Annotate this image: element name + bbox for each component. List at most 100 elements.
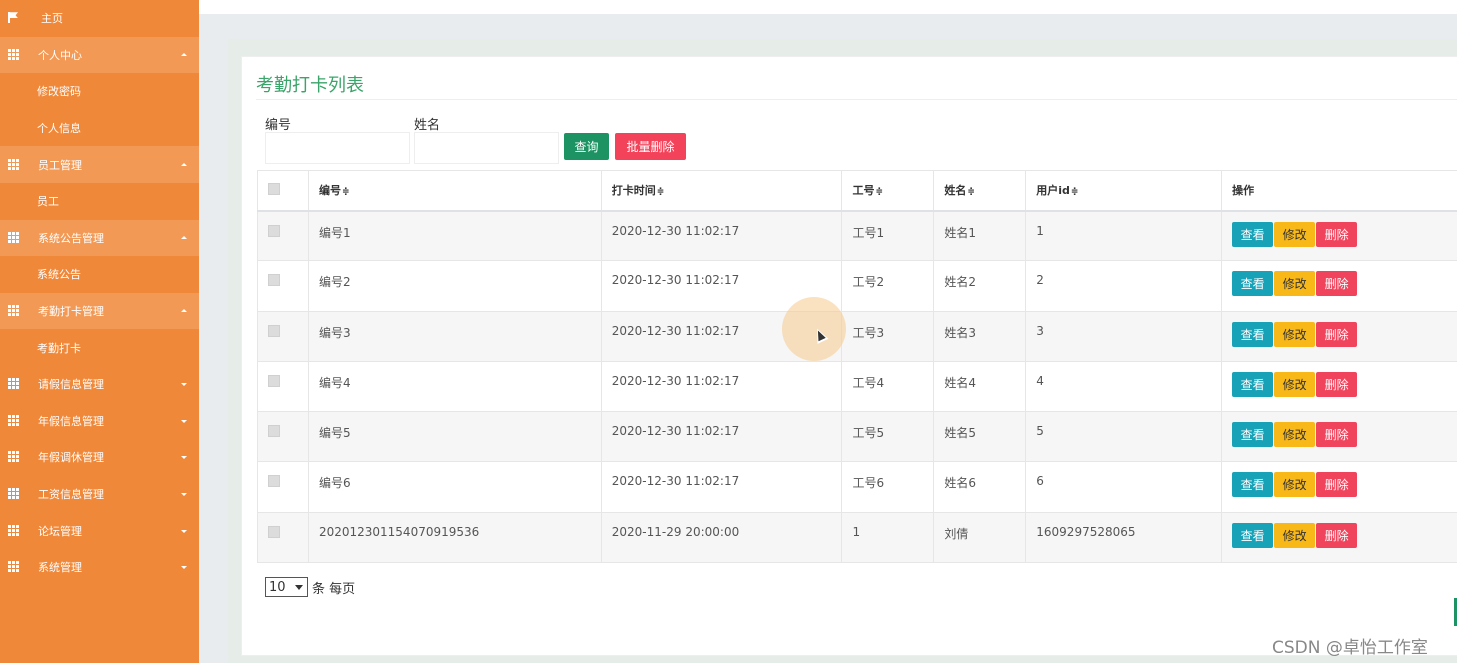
delete-button[interactable]: 删除 <box>1316 321 1358 347</box>
pager: 10 条 每页 <box>265 577 355 597</box>
edit-button[interactable]: 修改 <box>1274 472 1316 498</box>
sidebar-item-label: 修改密码 <box>37 85 81 99</box>
view-button[interactable]: 查看 <box>1232 522 1274 548</box>
sort-icon[interactable]: ≑ <box>1071 187 1079 197</box>
edit-button[interactable]: 修改 <box>1274 321 1316 347</box>
sidebar-item-7[interactable]: 系统公告 <box>0 256 199 293</box>
select-all-cell[interactable] <box>257 170 309 212</box>
sidebar-item-label: 个人信息 <box>37 122 81 136</box>
header-user-id[interactable]: 用户id≑ <box>1025 170 1223 212</box>
row-actions: 查看 修改 删除 <box>1221 360 1457 413</box>
delete-button[interactable]: 删除 <box>1316 221 1358 247</box>
grid-icon <box>8 451 22 463</box>
delete-button[interactable]: 删除 <box>1316 271 1358 297</box>
sidebar-item-1[interactable]: 个人中心 <box>0 36 199 74</box>
sidebar-item-5[interactable]: 员工 <box>0 182 199 220</box>
sidebar-item-6[interactable]: 系统公告管理 <box>0 219 199 257</box>
header-employee-id[interactable]: 工号≑ <box>841 170 935 212</box>
edit-button[interactable]: 修改 <box>1274 221 1316 247</box>
row-checkbox[interactable] <box>268 525 280 538</box>
edit-button[interactable]: 修改 <box>1274 522 1316 548</box>
view-button[interactable]: 查看 <box>1232 472 1274 498</box>
header-number[interactable]: 编号≑ <box>307 170 602 212</box>
sidebar-item-8[interactable]: 考勤打卡管理 <box>0 292 199 330</box>
delete-button[interactable]: 删除 <box>1316 522 1358 548</box>
table-cell: 2020-11-29 20:00:00 <box>600 511 843 564</box>
name-input[interactable] <box>414 132 559 164</box>
table-cell: 编号2 <box>307 260 602 312</box>
chevron-down-icon <box>181 456 187 460</box>
table-cell: 编号3 <box>307 310 602 362</box>
field-label-name: 姓名 <box>414 118 441 133</box>
view-button[interactable]: 查看 <box>1232 271 1274 297</box>
row-checkbox[interactable] <box>268 224 280 237</box>
sidebar-item-0[interactable]: 主页 <box>0 0 199 37</box>
sidebar-item-11[interactable]: 年假信息管理 <box>0 402 199 440</box>
sidebar-item-4[interactable]: 员工管理 <box>0 146 199 183</box>
table-cell: 1 <box>1025 209 1223 262</box>
sort-icon[interactable]: ≑ <box>342 187 350 197</box>
edit-button[interactable]: 修改 <box>1274 371 1316 397</box>
chevron-down-icon <box>181 529 187 533</box>
table-row: 编号4 2020-12-30 11:02:17 工号4 姓名4 4 查看 修改 删除 <box>257 360 1457 413</box>
sidebar-item-10[interactable]: 请假信息管理 <box>0 365 199 403</box>
chevron-down-icon <box>295 585 303 590</box>
delete-button[interactable]: 删除 <box>1316 422 1358 448</box>
table-cell: 2020-12-30 11:02:17 <box>600 411 843 463</box>
table-cell: 姓名4 <box>933 360 1027 413</box>
table-header-row: 编号≑ 打卡时间≑ 工号≑ 姓名≑ 用户id≑ 操作 <box>257 170 1457 212</box>
page-size-select[interactable]: 10 <box>265 577 308 597</box>
row-checkbox[interactable] <box>268 274 280 287</box>
sidebar-item-3[interactable]: 个人信息 <box>0 109 199 147</box>
sidebar-item-12[interactable]: 年假调休管理 <box>0 439 199 476</box>
sidebar: 主页 个人中心修改密码个人信息员工管理 员工系统公告管理 系统公告考勤打卡管理 考勤打卡… <box>0 0 199 663</box>
select-all-checkbox[interactable] <box>268 183 280 196</box>
grid-icon <box>8 48 22 61</box>
edit-button[interactable]: 修改 <box>1274 422 1316 448</box>
table-cell: 编号4 <box>307 360 602 413</box>
top-bar <box>199 0 1457 14</box>
view-button[interactable]: 查看 <box>1232 321 1274 347</box>
edit-button[interactable]: 修改 <box>1274 271 1316 297</box>
row-select-cell <box>257 310 309 362</box>
row-checkbox[interactable] <box>268 374 280 387</box>
query-button[interactable]: 查询 <box>564 133 609 160</box>
row-checkbox[interactable] <box>268 425 280 438</box>
sidebar-item-14[interactable]: 论坛管理 <box>0 512 199 549</box>
sort-icon[interactable]: ≑ <box>657 187 665 197</box>
sidebar-item-15[interactable]: 系统管理 <box>0 548 199 586</box>
table-cell: 姓名1 <box>933 209 1027 262</box>
view-button[interactable]: 查看 <box>1232 371 1274 397</box>
table-cell: 202012301154070919536 <box>307 511 602 564</box>
sidebar-item-label: 系统公告 <box>37 268 81 282</box>
sidebar-item-9[interactable]: 考勤打卡 <box>0 329 199 366</box>
number-input[interactable] <box>265 132 410 164</box>
delete-button[interactable]: 删除 <box>1316 472 1358 498</box>
sidebar-item-13[interactable]: 工资信息管理 <box>0 475 199 513</box>
table-cell: 3 <box>1025 310 1223 362</box>
delete-button[interactable]: 删除 <box>1316 371 1358 397</box>
grid-icon <box>8 158 22 171</box>
sort-icon[interactable]: ≑ <box>875 187 883 197</box>
header-actions: 操作 <box>1221 170 1457 212</box>
grid-icon <box>8 414 22 427</box>
view-button[interactable]: 查看 <box>1232 422 1274 448</box>
grid-icon <box>8 488 22 500</box>
grid-icon <box>8 231 22 244</box>
sidebar-item-label: 请假信息管理 <box>38 378 104 392</box>
table-cell: 6 <box>1025 461 1223 513</box>
page-size-suffix: 条 每页 <box>312 581 356 597</box>
row-checkbox[interactable] <box>268 475 280 488</box>
table-cell: 2 <box>1025 260 1223 312</box>
sidebar-item-2[interactable]: 修改密码 <box>0 73 199 110</box>
table-row: 编号6 2020-12-30 11:02:17 工号6 姓名6 6 查看 修改 删除 <box>257 461 1457 513</box>
table-row: 编号1 2020-12-30 11:02:17 工号1 姓名1 1 查看 修改 删除 <box>257 209 1457 262</box>
row-checkbox[interactable] <box>268 324 280 337</box>
header-punch-time[interactable]: 打卡时间≑ <box>600 170 843 212</box>
view-button[interactable]: 查看 <box>1232 221 1274 247</box>
sort-icon[interactable]: ≑ <box>967 187 975 197</box>
header-name[interactable]: 姓名≑ <box>933 170 1027 212</box>
sidebar-item-label: 系统公告管理 <box>38 231 104 245</box>
batch-delete-button[interactable]: 批量删除 <box>615 133 686 160</box>
chevron-down-icon <box>181 566 187 570</box>
